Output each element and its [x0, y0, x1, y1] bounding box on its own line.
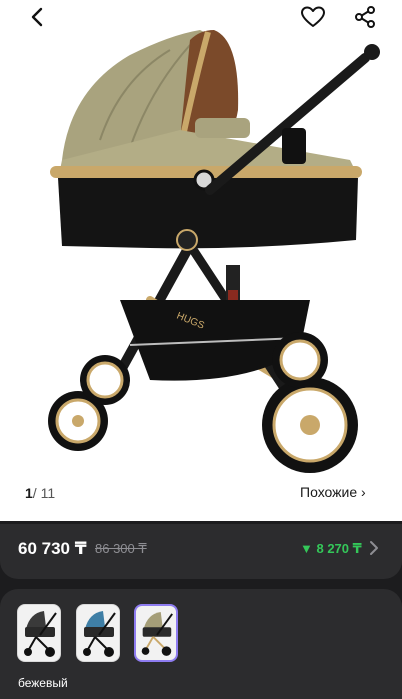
share-button[interactable] [348, 2, 382, 32]
product-gallery[interactable]: HUGS 1/ 11 Похожие › [0, 0, 402, 521]
image-counter-separator: / [32, 485, 37, 501]
image-counter: 1/ 11 [25, 485, 55, 501]
current-price: 60 730 ₸ [18, 539, 87, 558]
share-icon [355, 6, 375, 28]
old-price: 86 300 ₸ [95, 541, 147, 556]
variant-image-black-stroller [24, 611, 57, 657]
image-counter-total: 11 [40, 485, 56, 501]
selected-variant-label: бежевый [18, 676, 68, 690]
variant-thumb-beige-selected[interactable] [134, 604, 178, 662]
variant-image-beige-stroller [141, 612, 173, 656]
discount-amount: ▼ 8 270 ₸ [300, 541, 362, 557]
chevron-left-icon [31, 7, 43, 27]
similar-products-button[interactable]: Похожие › [290, 477, 376, 507]
product-image-stroller: HUGS [48, 30, 380, 473]
back-button[interactable] [20, 2, 54, 32]
heart-icon [301, 6, 325, 27]
chevron-right-icon[interactable] [367, 539, 381, 557]
image-counter-current: 1 [25, 485, 33, 501]
variant-thumb-black[interactable] [17, 604, 61, 662]
discount-value: ▼ 8 270 ₸ [300, 541, 362, 556]
favorite-button[interactable] [296, 2, 330, 32]
similar-products-label: Похожие › [300, 484, 366, 500]
variant-thumb-blue[interactable] [76, 604, 120, 662]
variant-image-blue-stroller [83, 611, 116, 657]
